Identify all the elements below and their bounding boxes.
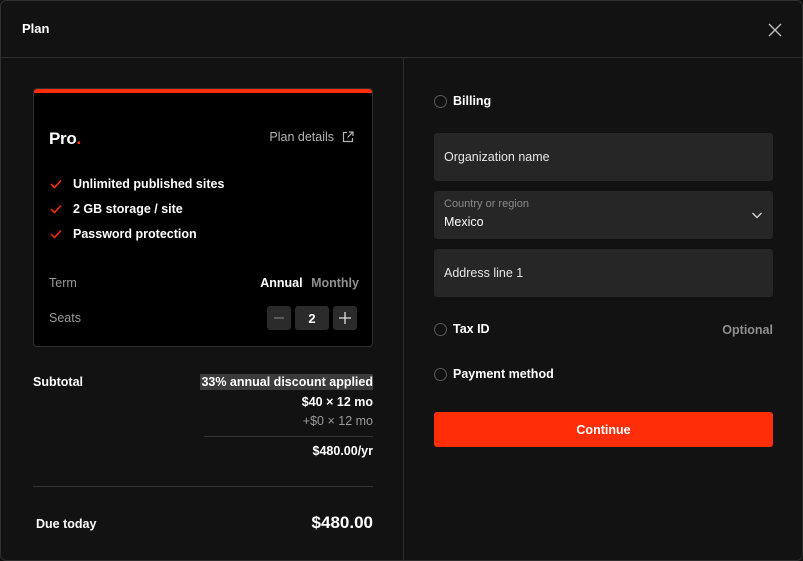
plan-details-link[interactable]: Plan details bbox=[269, 130, 354, 144]
annual-total: $480.00/yr bbox=[312, 444, 373, 458]
billing-label: Billing bbox=[453, 94, 492, 108]
modal-header: Plan bbox=[1, 1, 802, 58]
plan-accent-bar bbox=[34, 89, 372, 93]
plan-name-dot: . bbox=[76, 129, 81, 148]
plan-card: Pro. Plan details Unlimited published si… bbox=[33, 88, 373, 347]
plus-icon bbox=[339, 312, 351, 324]
billing-section-toggle[interactable]: Billing bbox=[434, 94, 491, 108]
billing-radio[interactable] bbox=[434, 94, 447, 108]
country-select[interactable]: Country or region Mexico bbox=[434, 191, 773, 239]
tax-id-label: Tax ID bbox=[453, 322, 490, 336]
payment-method-radio[interactable] bbox=[434, 367, 447, 381]
check-icon bbox=[50, 229, 62, 239]
external-link-icon bbox=[342, 131, 354, 143]
chevron-down-icon bbox=[752, 212, 762, 219]
country-caption: Country or region bbox=[444, 198, 529, 210]
plan-details-label: Plan details bbox=[269, 130, 334, 144]
term-option-annual[interactable]: Annual bbox=[260, 276, 302, 290]
increase-seats-button[interactable] bbox=[333, 306, 357, 330]
check-icon bbox=[50, 179, 62, 189]
summary-divider bbox=[33, 486, 373, 487]
plan-summary-panel: Pro. Plan details Unlimited published si… bbox=[1, 58, 403, 560]
term-toggle: Annual Monthly bbox=[260, 276, 359, 290]
tax-id-radio[interactable] bbox=[434, 322, 447, 336]
country-value: Mexico bbox=[444, 215, 484, 229]
due-today-label: Due today bbox=[36, 517, 97, 531]
feature-list: Unlimited published sites 2 GB storage /… bbox=[50, 171, 224, 246]
plan-modal: Plan Pro. Plan details Unlimited publish… bbox=[0, 0, 803, 561]
plan-name: Pro. bbox=[49, 129, 81, 149]
plan-name-text: Pro bbox=[49, 129, 77, 148]
feature-item: Unlimited published sites bbox=[50, 171, 224, 196]
feature-label: Password protection bbox=[73, 226, 197, 241]
seats-value[interactable]: 2 bbox=[295, 306, 329, 330]
continue-button[interactable]: Continue bbox=[434, 412, 773, 447]
organization-name-input[interactable] bbox=[434, 133, 773, 181]
feature-label: 2 GB storage / site bbox=[73, 201, 183, 216]
feature-label: Unlimited published sites bbox=[73, 176, 225, 191]
tax-id-optional-label: Optional bbox=[722, 323, 773, 337]
seats-stepper: 2 bbox=[267, 306, 357, 330]
billing-form-panel: Billing Country or region Mexico Tax ID … bbox=[404, 58, 802, 560]
close-button[interactable] bbox=[766, 21, 784, 39]
payment-method-label: Payment method bbox=[453, 367, 554, 381]
seats-label: Seats bbox=[49, 311, 81, 325]
term-option-monthly[interactable]: Monthly bbox=[311, 276, 359, 290]
price-line: $40 × 12 mo bbox=[301, 395, 373, 409]
modal-title: Plan bbox=[22, 21, 50, 36]
feature-item: 2 GB storage / site bbox=[50, 196, 224, 221]
check-icon bbox=[50, 204, 62, 214]
payment-method-section-toggle[interactable]: Payment method bbox=[434, 367, 554, 381]
subtotal-divider bbox=[204, 436, 373, 437]
minus-icon bbox=[274, 317, 284, 319]
feature-item: Password protection bbox=[50, 221, 224, 246]
discount-badge: 33% annual discount applied bbox=[200, 374, 373, 390]
subtotal-label: Subtotal bbox=[33, 375, 83, 389]
decrease-seats-button[interactable] bbox=[267, 306, 291, 330]
address-line-1-input[interactable] bbox=[434, 249, 773, 297]
close-icon[interactable] bbox=[766, 21, 784, 39]
tax-id-section-toggle[interactable]: Tax ID bbox=[434, 322, 490, 336]
term-label: Term bbox=[49, 276, 77, 290]
price-extra-line: +$0 × 12 mo bbox=[302, 414, 373, 428]
due-today-amount: $480.00 bbox=[311, 513, 373, 532]
